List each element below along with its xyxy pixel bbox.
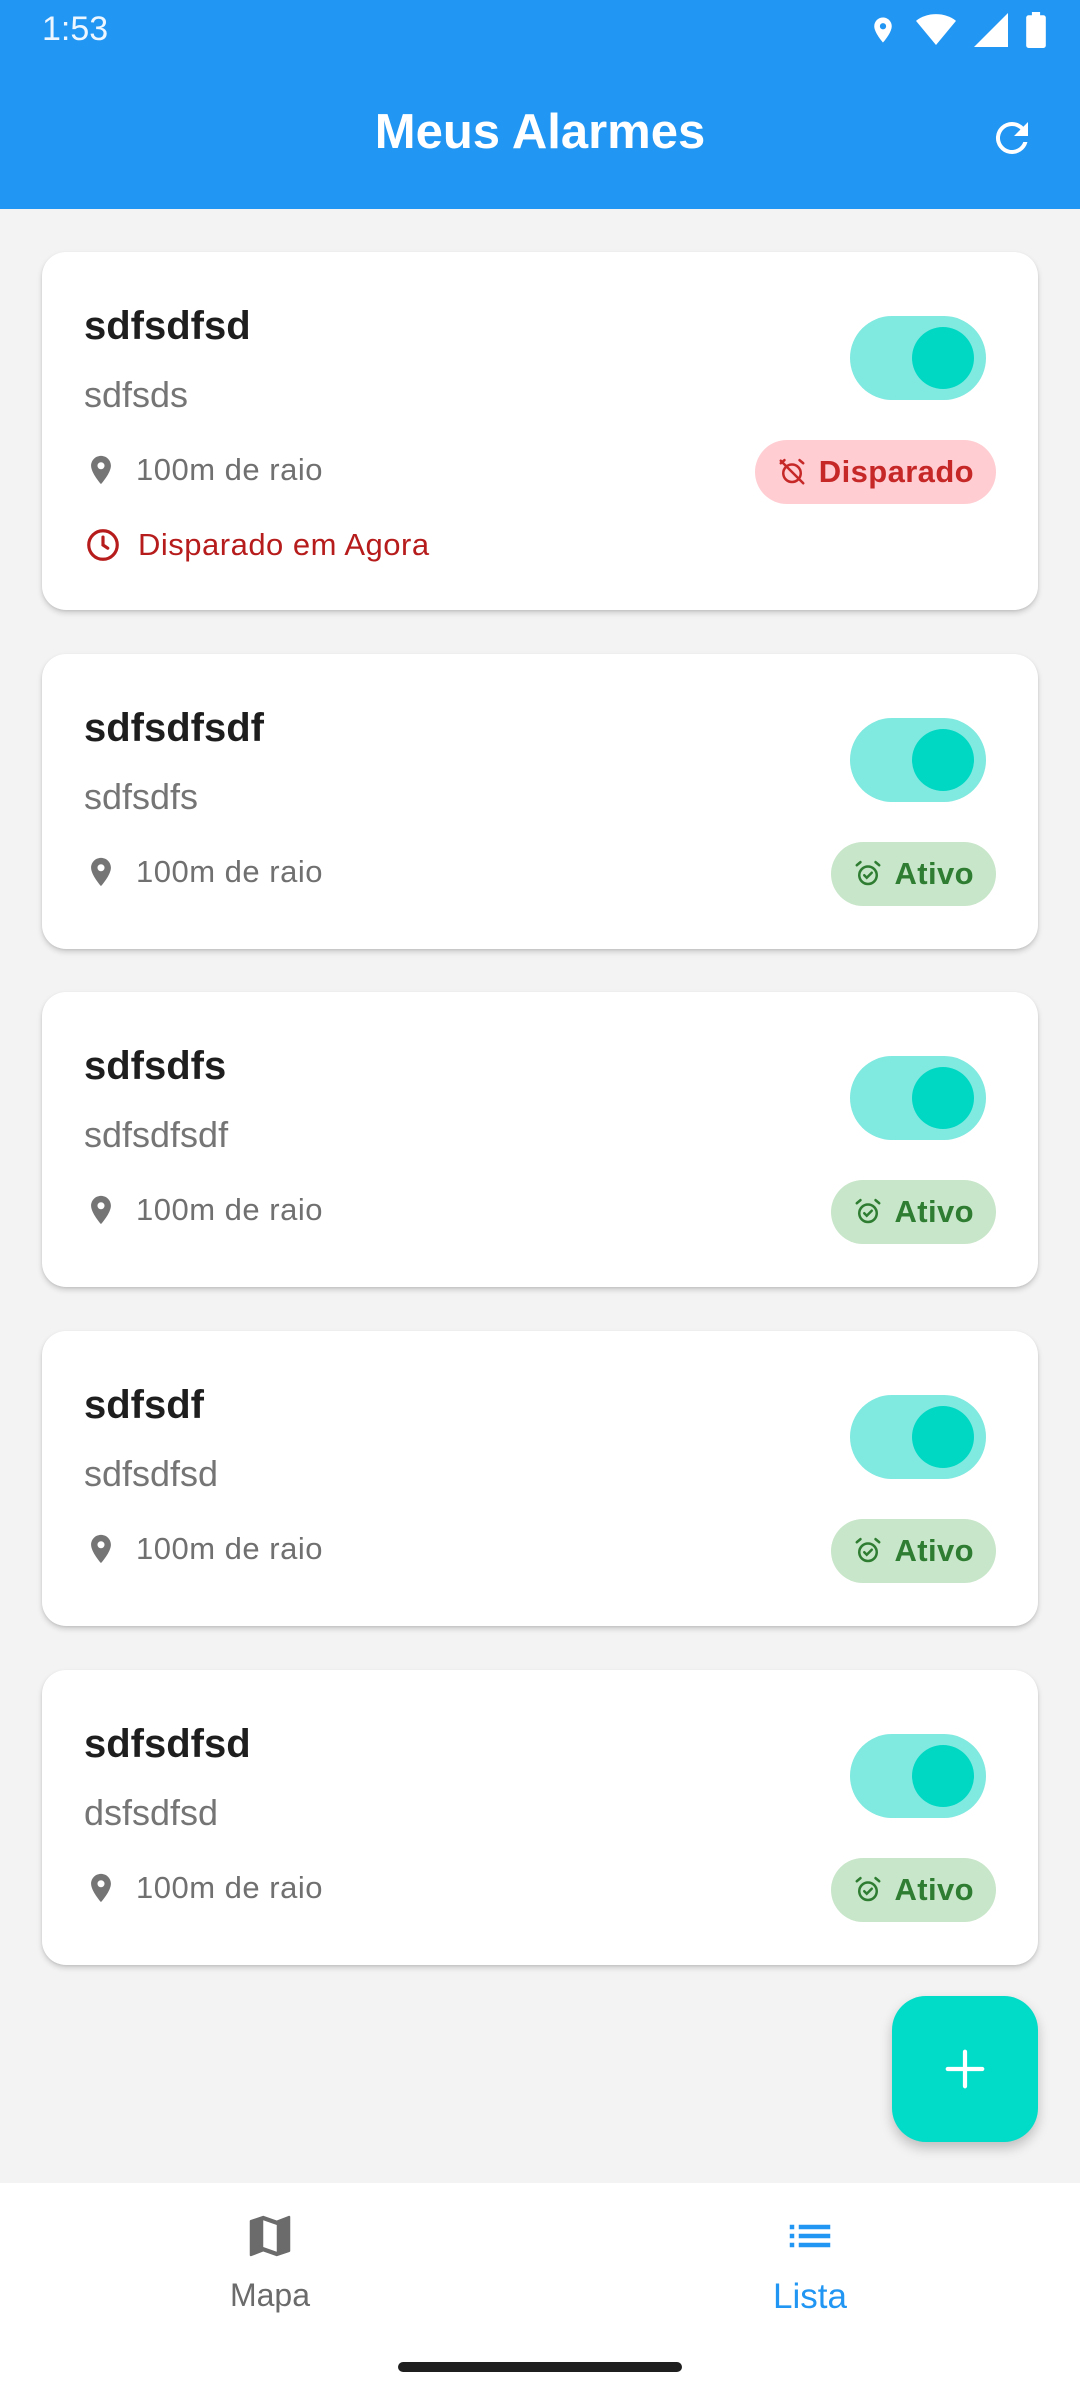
alarm-card[interactable]: sdfsdfsd dsfsdfsd 100m de raio Ativo [42, 1670, 1038, 1965]
alarm-on-icon [855, 1876, 880, 1902]
status-badge-label: Ativo [894, 856, 974, 891]
alarm-card[interactable]: sdfsdfs sdfsdfsdf 100m de raio Ativo [42, 992, 1038, 1287]
alarm-name: sdfsdfsd [84, 1722, 251, 1766]
location-icon [874, 17, 892, 43]
location-pin-icon [91, 857, 111, 887]
status-badge: Ativo [830, 1858, 996, 1922]
location-pin-icon [91, 1534, 111, 1564]
alarm-on-icon [855, 1198, 880, 1224]
page-title: Meus Alarmes [374, 105, 706, 159]
alarm-name: sdfsdf [84, 1383, 204, 1427]
radius-label: 100m de raio [136, 1531, 323, 1566]
home-indicator[interactable] [398, 2362, 682, 2372]
plus-icon [945, 2049, 985, 2089]
alarm-card[interactable]: sdfsdfsd sdfsds 100m de raio Disparado D… [42, 252, 1038, 610]
alarm-description: dsfsdfsd [84, 1792, 219, 1833]
status-bar: 1:53 [0, 0, 1080, 63]
alarm-radius: 100m de raio [84, 451, 323, 489]
nav-label-lista: Lista [773, 2277, 847, 2316]
location-pin-icon [91, 1195, 111, 1225]
radius-label: 100m de raio [136, 1870, 323, 1905]
refresh-button[interactable] [982, 108, 1042, 168]
alarm-name: sdfsdfsd [84, 304, 251, 348]
alarm-radius: 100m de raio [84, 1869, 323, 1907]
status-badge-label: Ativo [894, 1533, 974, 1568]
fired-time-label: Disparado em Agora [138, 527, 430, 562]
alarm-description: sdfsdfsd [84, 1453, 219, 1494]
alarm-off-icon [779, 458, 805, 485]
status-badge-label: Ativo [894, 1194, 974, 1229]
status-badge: Disparado [754, 440, 996, 504]
nav-item-mapa[interactable]: Mapa [120, 2209, 420, 2314]
alarm-toggle[interactable] [850, 316, 986, 400]
radius-label: 100m de raio [136, 452, 323, 487]
toggle-knob [912, 1745, 974, 1807]
fired-time: Disparado em Agora [84, 526, 430, 564]
map-icon [249, 2215, 291, 2257]
wifi-icon [916, 14, 956, 45]
alarm-toggle[interactable] [850, 1395, 986, 1479]
alarm-toggle[interactable] [850, 1056, 986, 1140]
toggle-knob [912, 1067, 974, 1129]
alarm-card[interactable]: sdfsdf sdfsdfsd 100m de raio Ativo [42, 1331, 1038, 1626]
status-icons [868, 12, 1046, 48]
toggle-knob [912, 729, 974, 791]
alarm-card[interactable]: sdfsdfsdf sdfsdfs 100m de raio Ativo [42, 654, 1038, 949]
alarm-name: sdfsdfsdf [84, 706, 264, 750]
alarm-toggle[interactable] [850, 718, 986, 802]
alarm-radius: 100m de raio [84, 1530, 323, 1568]
alarm-on-icon [855, 1537, 880, 1563]
status-badge: Ativo [830, 1180, 996, 1244]
alarm-name: sdfsdfs [84, 1044, 227, 1088]
nav-item-lista[interactable]: Lista [660, 2209, 960, 2317]
alarm-description: sdfsdfs [84, 776, 199, 817]
alarm-description: sdfsdfsdf [84, 1114, 229, 1155]
toggle-knob [912, 1406, 974, 1468]
alarm-toggle[interactable] [850, 1734, 986, 1818]
alarm-radius: 100m de raio [84, 853, 323, 891]
status-time: 1:53 [42, 10, 109, 48]
status-badge: Ativo [830, 1519, 996, 1583]
app-bar: 1:53 Meus Alarmes [0, 0, 1080, 209]
location-pin-icon [91, 455, 111, 485]
refresh-icon [995, 121, 1028, 154]
battery-icon [1026, 12, 1046, 48]
toggle-knob [912, 327, 974, 389]
list-icon [789, 2224, 831, 2248]
alarm-description: sdfsds [84, 374, 189, 415]
alarm-on-icon [855, 860, 880, 886]
clock-icon [87, 529, 119, 561]
add-alarm-button[interactable] [892, 1996, 1038, 2142]
signal-icon [974, 13, 1008, 47]
status-badge: Ativo [830, 842, 996, 906]
location-pin-icon [91, 1873, 111, 1903]
radius-label: 100m de raio [136, 1192, 323, 1227]
radius-label: 100m de raio [136, 854, 323, 889]
status-badge-label: Disparado [818, 454, 974, 489]
status-badge-label: Ativo [894, 1872, 974, 1907]
alarm-radius: 100m de raio [84, 1191, 323, 1229]
nav-label-mapa: Mapa [229, 2277, 311, 2313]
